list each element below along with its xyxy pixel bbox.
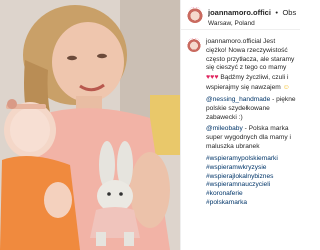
heart-emoji-icon: ♥♥♥ (206, 74, 219, 82)
hashtag-link[interactable]: #koronaferie (206, 190, 296, 199)
caption-line-2: Bądźmy życzliwi, czuli i wspierajmy się … (206, 74, 289, 92)
post-photo[interactable] (0, 0, 180, 250)
post-header: joannamoro.offici • Obserwowanie Warsaw,… (181, 0, 300, 30)
author-info: joannamoro.offici • Obserwowanie Warsaw,… (208, 2, 296, 28)
post-caption: joannamoro.official Jest ciężko! Nowa rz… (181, 30, 300, 211)
hashtag-link[interactable]: #wspieramnauczycieli (206, 181, 296, 190)
hashtag-link[interactable]: #wspierajlokalnybiznes (206, 173, 296, 182)
mention-mileobaby[interactable]: @mileobaby (206, 125, 243, 132)
caption-username[interactable]: joannamoro.official (206, 38, 261, 45)
header-separator: • (275, 7, 279, 17)
caption-avatar[interactable] (187, 38, 201, 52)
photo-illustration (0, 0, 180, 250)
caption-text: joannamoro.official Jest ciężko! Nowa rz… (206, 38, 296, 211)
hashtag-link[interactable]: #wspieramypolskiemarki (206, 155, 296, 164)
instagram-post: joannamoro.offici • Obserwowanie Warsaw,… (0, 0, 300, 250)
author-username[interactable]: joannamoro.offici (208, 8, 271, 17)
hashtag-link[interactable]: #polskamarka (206, 199, 296, 208)
post-sidebar: joannamoro.offici • Obserwowanie Warsaw,… (180, 0, 300, 250)
hashtag-link[interactable]: #wspieramwkryzysie (206, 164, 296, 173)
author-avatar[interactable] (187, 6, 203, 23)
follow-button[interactable]: Obserwowanie (282, 8, 296, 17)
post-location[interactable]: Warsaw, Poland (208, 20, 296, 27)
mention-nessing-handmade[interactable]: @nessing_handmade (206, 96, 270, 103)
smile-emoji-icon: ☺ (282, 84, 290, 92)
